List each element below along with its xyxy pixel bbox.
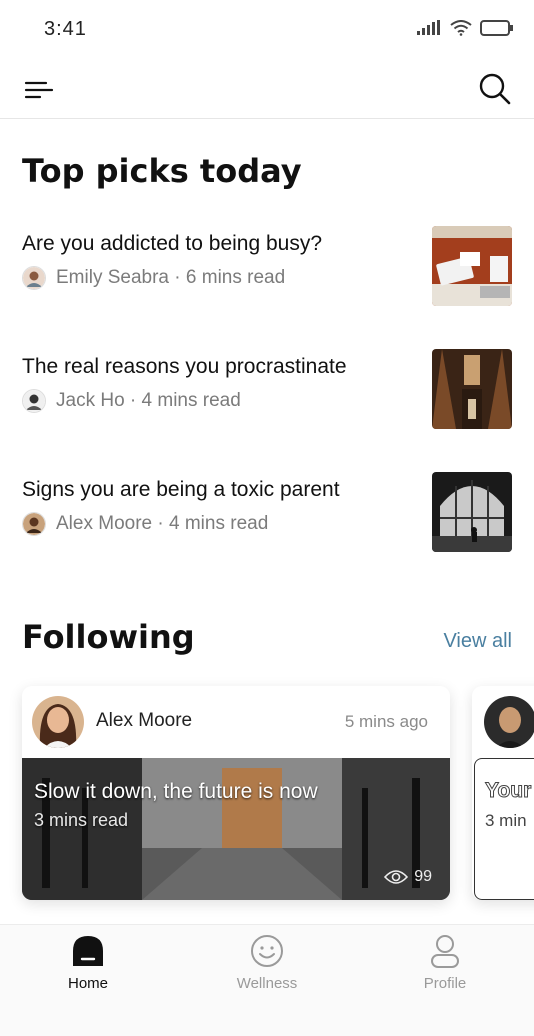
card-image: Your 3 min (474, 758, 534, 900)
nav-wellness[interactable]: Wellness (207, 933, 327, 1003)
menu-icon (24, 81, 54, 99)
signal-icon (417, 20, 440, 35)
card-read-time: 3 min (485, 811, 527, 830)
app-bar (0, 60, 534, 119)
eye-icon (384, 870, 409, 884)
pick-thumbnail (432, 472, 512, 552)
following-card[interactable]: Alex Moore 5 mins ago Slow it down, the … (22, 686, 450, 900)
pick-read-time: 4 mins read (169, 513, 269, 534)
pick-thumbnail (432, 226, 512, 306)
card-title: Your (484, 779, 532, 803)
avatar (32, 696, 84, 748)
nav-profile[interactable]: Profile (385, 933, 505, 1003)
avatar (484, 696, 534, 748)
search-button[interactable] (478, 72, 512, 106)
pick-thumbnail (432, 349, 512, 429)
nav-home[interactable]: Home (28, 933, 148, 1003)
top-picks-title: Top picks today (22, 152, 302, 190)
card-view-count: 99 (414, 868, 432, 885)
following-title: Following (22, 618, 195, 656)
pick-item[interactable]: Signs you are being a toxic parent Alex … (22, 472, 512, 552)
pick-headline: The real reasons you procrastinate (22, 355, 347, 378)
bottom-nav: Home Wellness Profile (0, 924, 534, 1036)
card-title: Slow it down, the future is now (34, 780, 318, 803)
view-all-link[interactable]: View all (443, 630, 512, 653)
wifi-icon (450, 20, 472, 36)
card-image: Slow it down, the future is now 3 mins r… (22, 758, 450, 900)
pick-item[interactable]: The real reasons you procrastinate Jack … (22, 349, 512, 429)
status-time: 3:41 (44, 18, 87, 40)
pick-item[interactable]: Are you addicted to being busy? Emily Se… (22, 226, 512, 306)
author-avatar (22, 389, 46, 413)
card-views: 99 (384, 868, 432, 886)
pick-author: Emily Seabra (56, 267, 169, 288)
card-read-time: 3 mins read (34, 810, 129, 830)
author-avatar (22, 266, 46, 290)
card-author: Alex Moore (96, 710, 193, 731)
following-card-next[interactable]: Your 3 min (472, 686, 534, 900)
pick-meta: Jack Ho · 4 mins read (22, 389, 241, 413)
author-avatar (22, 512, 46, 536)
pick-headline: Are you addicted to being busy? (22, 232, 323, 255)
nav-label: Profile (423, 975, 467, 992)
pick-meta: Alex Moore · 4 mins read (22, 512, 268, 536)
search-icon (479, 73, 511, 105)
pick-meta: Emily Seabra · 6 mins read (22, 266, 285, 290)
pick-author: Alex Moore (56, 513, 153, 534)
smile-icon (251, 935, 283, 967)
user-icon (431, 935, 459, 968)
nav-label: Wellness (236, 975, 298, 992)
pick-headline: Signs you are being a toxic parent (22, 478, 340, 501)
home-icon (73, 936, 103, 966)
menu-button[interactable] (24, 74, 54, 104)
pick-author: Jack Ho (56, 390, 125, 411)
card-timestamp: 5 mins ago (344, 712, 428, 731)
pick-read-time: 6 mins read (185, 267, 286, 288)
status-bar: 3:41 (0, 0, 534, 60)
pick-read-time: 4 mins read (141, 390, 241, 411)
card-header: Alex Moore 5 mins ago (22, 686, 450, 758)
status-icons (416, 20, 514, 36)
battery-icon (480, 20, 513, 36)
nav-label: Home (67, 975, 108, 992)
